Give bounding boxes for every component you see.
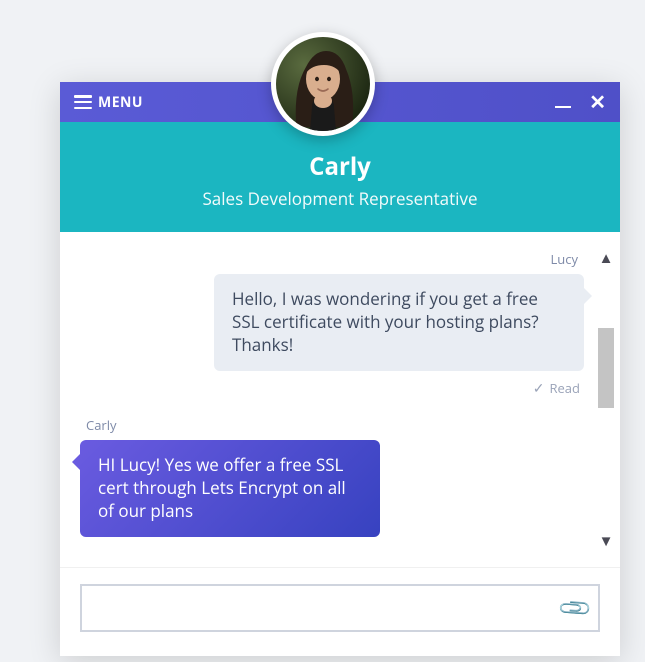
message-status: ✓ Read <box>80 379 584 398</box>
minimize-icon[interactable] <box>555 106 571 109</box>
avatar-image <box>276 37 370 131</box>
window-controls: ✕ <box>555 92 606 112</box>
check-icon: ✓ <box>533 379 545 398</box>
scroll-up-icon[interactable]: ▲ <box>599 248 614 268</box>
message-sender-user: Lucy <box>80 250 584 268</box>
message-bubble-agent: HI Lucy! Yes we offer a free SSL cert th… <box>80 440 380 537</box>
menu-label: MENU <box>98 93 143 112</box>
agent-header: Carly Sales Development Representative <box>60 122 620 232</box>
status-text: Read <box>549 379 580 397</box>
messages-area: Lucy Hello, I was wondering if you get a… <box>60 232 620 567</box>
hamburger-icon <box>74 95 92 109</box>
input-area: 📎 <box>60 567 620 656</box>
scroll-down-icon[interactable]: ▼ <box>599 531 614 551</box>
agent-name: Carly <box>70 150 610 183</box>
attachment-icon[interactable]: 📎 <box>554 588 595 629</box>
agent-role: Sales Development Representative <box>70 187 610 210</box>
close-icon[interactable]: ✕ <box>589 92 606 112</box>
scroll-thumb[interactable] <box>598 328 614 408</box>
message-bubble-user: Hello, I was wondering if you get a free… <box>214 274 584 371</box>
input-row: 📎 <box>80 584 600 632</box>
message-sender-agent: Carly <box>80 416 584 434</box>
scrollbar[interactable]: ▲ ▼ <box>596 248 616 551</box>
menu-button[interactable]: MENU <box>74 93 143 112</box>
scroll-rail[interactable] <box>598 272 614 527</box>
chat-input[interactable] <box>94 599 561 617</box>
agent-avatar <box>271 32 375 136</box>
chat-window: MENU ✕ Carly Sales Development Represent… <box>60 82 620 656</box>
